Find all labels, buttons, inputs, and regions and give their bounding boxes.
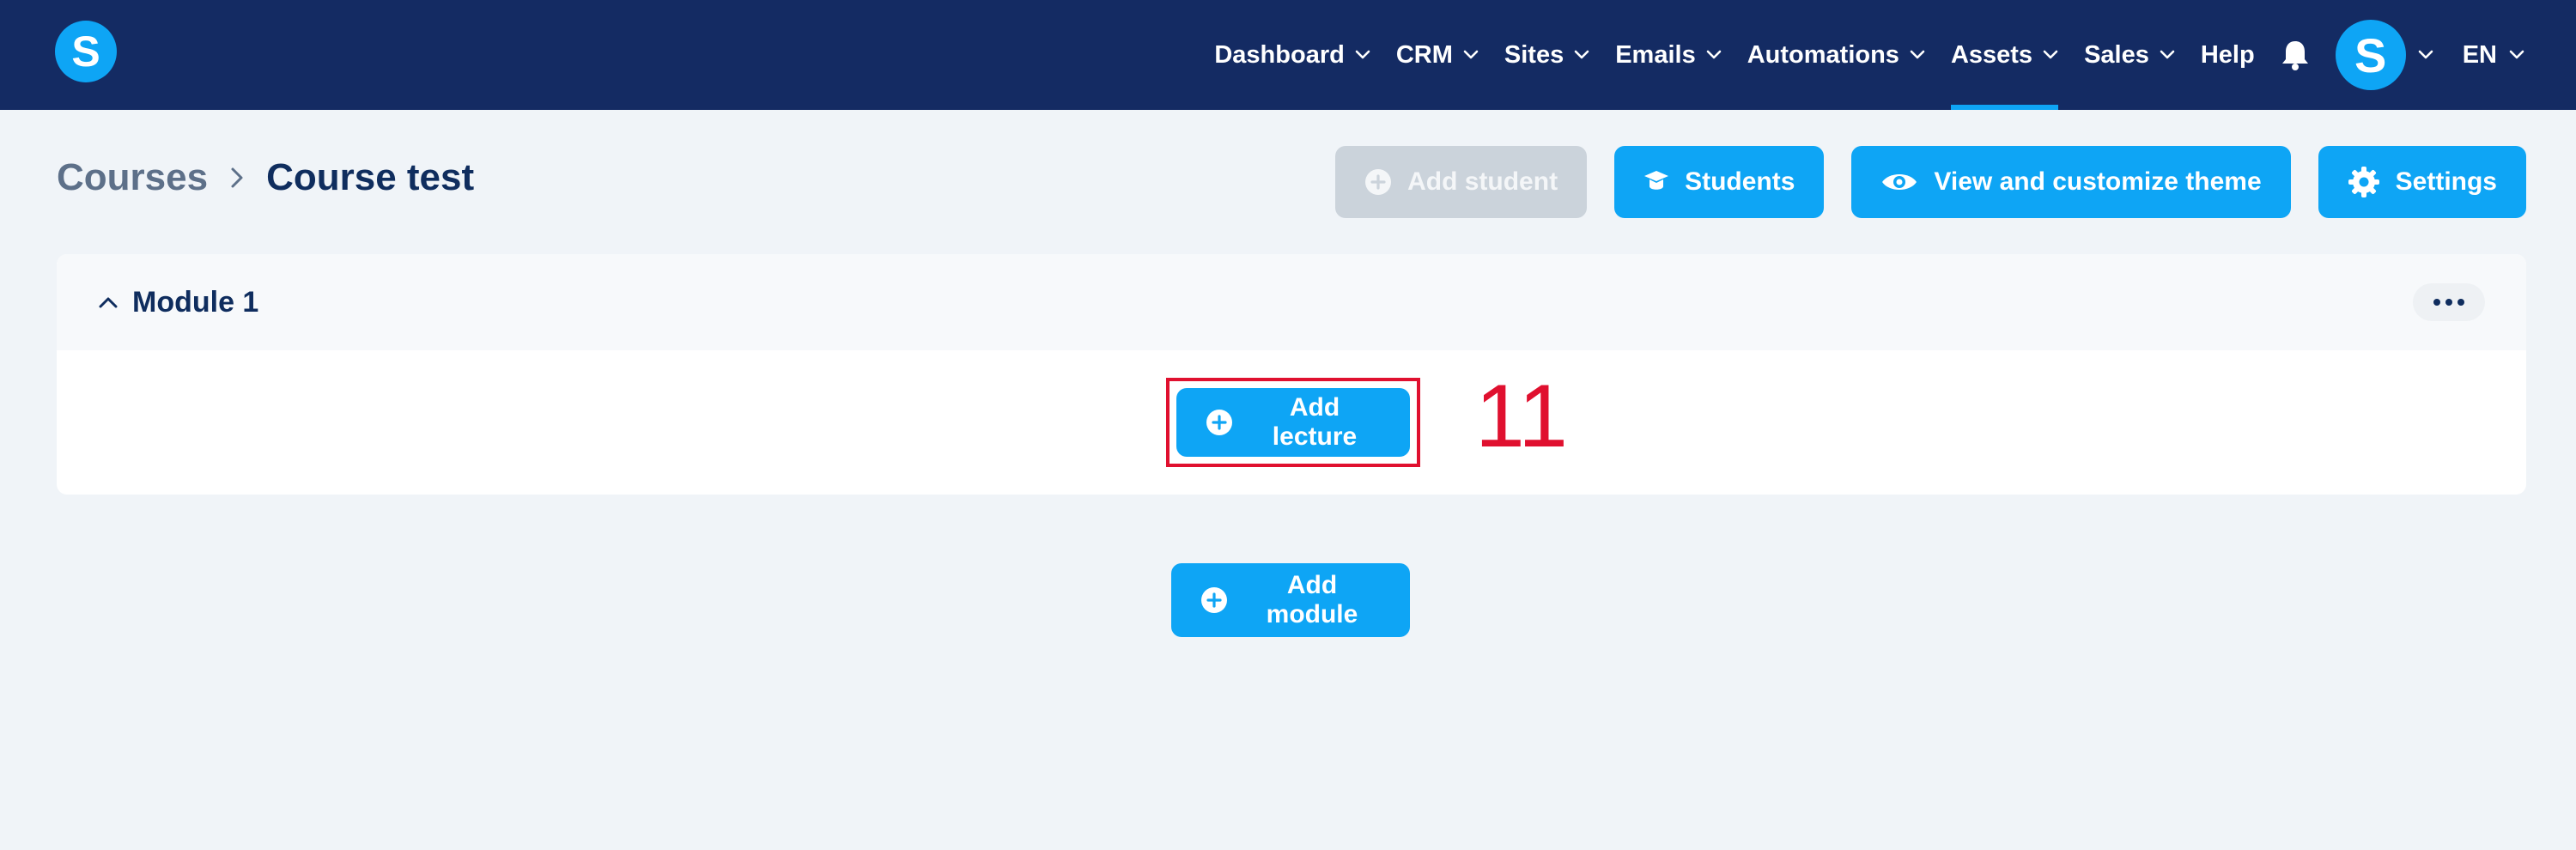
nav-item-help[interactable]: Help xyxy=(2201,0,2255,110)
language-selector[interactable]: EN xyxy=(2463,41,2524,70)
nav-item-label: Sites xyxy=(1504,40,1564,69)
nav-item-automations[interactable]: Automations xyxy=(1747,0,1925,110)
nav-item-label: CRM xyxy=(1395,40,1453,69)
nav-item-dashboard[interactable]: Dashboard xyxy=(1214,0,1370,110)
chevron-down-icon xyxy=(1355,50,1370,59)
module-title: Module 1 xyxy=(132,285,259,319)
nav-item-label: Emails xyxy=(1615,40,1696,69)
nav-item-label: Dashboard xyxy=(1214,40,1345,69)
add-student-button[interactable]: Add student xyxy=(1335,146,1588,218)
bell-icon xyxy=(2281,41,2308,70)
add-lecture-button[interactable]: Add lecture xyxy=(1176,388,1410,457)
add-lecture-label: Add lecture xyxy=(1272,393,1358,451)
chevron-down-icon xyxy=(1910,50,1925,59)
dot xyxy=(2433,299,2440,306)
nav-item-label: Automations xyxy=(1747,40,1899,69)
page-title: Course test xyxy=(266,156,475,198)
dot xyxy=(2445,299,2452,306)
nav-item-label: Assets xyxy=(1950,40,2033,69)
avatar: S xyxy=(2335,20,2406,90)
view-theme-label: View and customize theme xyxy=(1934,167,2262,196)
dot xyxy=(2458,299,2464,306)
settings-label: Settings xyxy=(2395,167,2497,196)
nav-item-assets[interactable]: Assets xyxy=(1950,0,2059,110)
nav-item-emails[interactable]: Emails xyxy=(1615,0,1722,110)
chevron-down-icon xyxy=(2160,50,2175,59)
nav-item-sites[interactable]: Sites xyxy=(1504,0,1589,110)
chevron-down-icon xyxy=(2509,50,2524,59)
settings-button[interactable]: Settings xyxy=(2318,146,2526,218)
gear-icon xyxy=(2348,166,2380,198)
more-options-button[interactable] xyxy=(2413,283,2485,321)
plus-circle-icon xyxy=(1200,586,1228,614)
view-customize-theme-button[interactable]: View and customize theme xyxy=(1851,146,2291,218)
nav-item-label: Help xyxy=(2200,40,2255,69)
chevron-down-icon xyxy=(1463,50,1479,59)
nav-item-label: Sales xyxy=(2084,40,2149,69)
add-module-button[interactable]: Add module xyxy=(1171,563,1410,637)
user-menu[interactable]: S xyxy=(2335,20,2433,90)
module-header[interactable]: Module 1 xyxy=(57,254,2526,350)
chevron-right-icon xyxy=(230,167,244,189)
avatar-letter: S xyxy=(2354,27,2387,82)
chevron-down-icon xyxy=(2418,50,2433,59)
chevron-down-icon xyxy=(1706,50,1722,59)
app-logo[interactable]: S xyxy=(55,21,117,82)
eye-icon xyxy=(1880,170,1918,194)
module-card: Module 1 Add lecture 11 xyxy=(57,254,2526,495)
breadcrumb: Courses Course test xyxy=(57,156,474,199)
top-navigation-bar: S Dashboard CRM Sites Emails Automations… xyxy=(0,0,2576,110)
logo-letter: S xyxy=(71,27,100,76)
chevron-down-icon xyxy=(2043,50,2058,59)
plus-circle-icon xyxy=(1364,168,1392,196)
students-button[interactable]: Students xyxy=(1614,146,1825,218)
add-module-label: Add module xyxy=(1266,571,1358,628)
students-label: Students xyxy=(1685,167,1795,196)
breadcrumb-courses-link[interactable]: Courses xyxy=(57,156,208,199)
graduation-cap-icon xyxy=(1643,168,1669,196)
highlight-box: Add lecture xyxy=(1166,378,1420,467)
chevron-up-icon[interactable] xyxy=(98,295,118,309)
chevron-down-icon xyxy=(1574,50,1589,59)
language-label: EN xyxy=(2462,40,2497,69)
add-student-label: Add student xyxy=(1407,167,1558,196)
nav-item-sales[interactable]: Sales xyxy=(2084,0,2175,110)
nav-item-crm[interactable]: CRM xyxy=(1396,0,1479,110)
main-nav: Dashboard CRM Sites Emails Automations A… xyxy=(1214,0,2576,110)
page-actions: Add student Students View and customize … xyxy=(1308,146,2526,218)
plus-circle-icon xyxy=(1206,409,1233,436)
annotation-label: 11 xyxy=(1475,367,1568,466)
notifications-button[interactable] xyxy=(2281,39,2310,71)
